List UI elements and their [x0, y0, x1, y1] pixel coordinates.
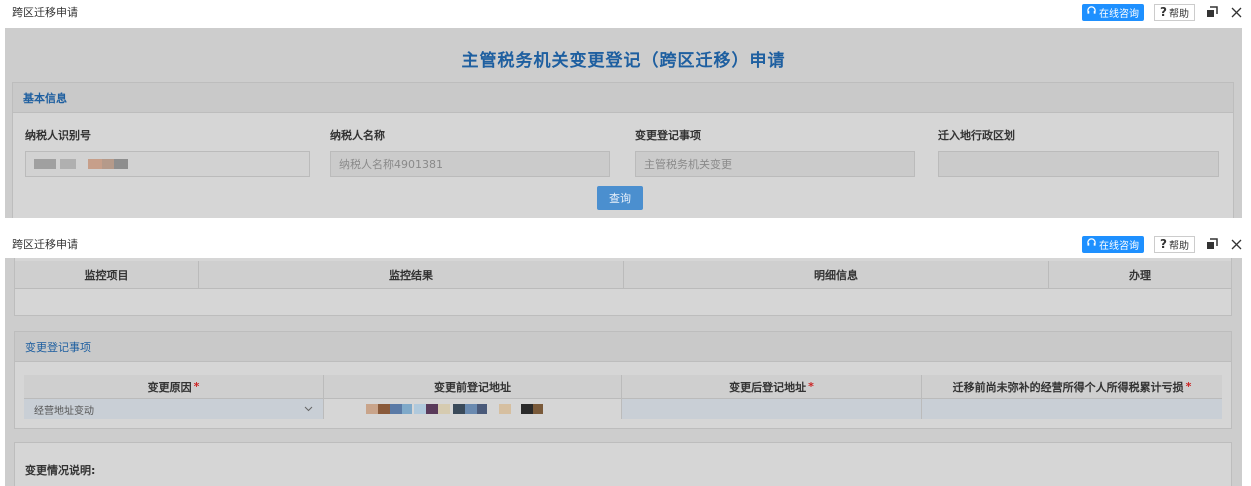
close-icon[interactable]	[1229, 5, 1243, 19]
bottom-panel: 监控项目 监控结果 明细信息 办理 变更登记事项 变更原因 * 变更前登记地址 变…	[5, 258, 1242, 486]
online-consult-button-2[interactable]: 在线咨询	[1082, 235, 1145, 253]
window-tools-2: 在线咨询 ? 帮助	[1082, 235, 1243, 253]
col-accumulated-loss: 迁移前尚未弥补的经营所得个人所得税累计亏损 *	[952, 380, 1192, 394]
col-monitor-item: 监控项目	[15, 261, 199, 288]
top-titlebar: 跨区迁移申请 在线咨询 ? 帮助	[0, 0, 1251, 24]
accumulated-loss-input[interactable]	[922, 399, 1222, 419]
page-title: 主管税务机关变更登记（跨区迁移）申请	[461, 51, 786, 71]
query-button[interactable]: 查询	[597, 186, 643, 210]
taxpayer-id-label: 纳税人识别号	[25, 129, 91, 142]
close-icon[interactable]	[1229, 237, 1243, 251]
change-desc-section: 变更情况说明:	[14, 442, 1232, 486]
help-button[interactable]: ? 帮助	[1154, 3, 1195, 21]
restore-window-icon[interactable]	[1205, 237, 1219, 251]
help-label-2: 帮助	[1169, 240, 1189, 252]
online-consult-label-2: 在线咨询	[1099, 240, 1140, 252]
online-consult-label: 在线咨询	[1099, 8, 1140, 20]
window-title-2: 跨区迁移申请	[12, 238, 78, 251]
chevron-down-icon	[304, 404, 313, 415]
col-detail-info: 明细信息	[624, 261, 1049, 288]
change-item-label: 变更登记事项	[635, 129, 701, 142]
change-desc-label: 变更情况说明:	[25, 464, 96, 477]
region-field[interactable]	[938, 151, 1219, 177]
taxpayer-id-field[interactable]	[25, 151, 310, 177]
taxpayer-name-label: 纳税人名称	[330, 129, 385, 142]
online-consult-button[interactable]: 在线咨询	[1082, 3, 1145, 21]
change-items-header: 变更登记事项	[15, 332, 1231, 362]
taxpayer-name-field[interactable]: 纳税人名称4901381	[330, 151, 610, 177]
headset-icon	[1087, 6, 1096, 18]
window-tools: 在线咨询 ? 帮助	[1082, 3, 1243, 21]
change-reason-value: 经营地址变动	[34, 405, 94, 417]
basic-info-header: 基本信息	[13, 83, 1233, 113]
region-label: 迁入地行政区划	[938, 129, 1015, 142]
col-old-address: 变更前登记地址	[324, 375, 622, 398]
help-label: 帮助	[1169, 8, 1189, 20]
new-address-input[interactable]	[622, 399, 922, 419]
question-icon: ?	[1160, 5, 1167, 19]
col-handle: 办理	[1129, 268, 1151, 282]
change-item-field[interactable]: 主管税务机关变更	[635, 151, 915, 177]
col-monitor-result: 监控结果	[199, 261, 624, 288]
change-reason-select[interactable]: 经营地址变动	[24, 399, 324, 419]
change-items-section: 变更登记事项 变更原因 * 变更前登记地址 变更后登记地址 * 迁移前尚未弥补的经营…	[14, 331, 1232, 429]
monitor-table-header: 监控项目 监控结果 明细信息 办理	[15, 261, 1231, 289]
headset-icon	[1087, 238, 1096, 250]
change-items-table-header: 变更原因 * 变更前登记地址 变更后登记地址 * 迁移前尚未弥补的经营所得个人所得税…	[24, 375, 1222, 399]
help-button-2[interactable]: ? 帮助	[1154, 235, 1195, 253]
restore-window-icon[interactable]	[1205, 5, 1219, 19]
window-title: 跨区迁移申请	[12, 6, 78, 19]
col-change-reason: 变更原因 *	[24, 375, 324, 398]
bottom-titlebar: 跨区迁移申请 在线咨询 ? 帮助	[0, 232, 1251, 256]
table-row: 经营地址变动	[24, 399, 1222, 419]
top-panel: 主管税务机关变更登记（跨区迁移）申请 基本信息 纳税人识别号 纳税人名称 纳税人…	[5, 28, 1242, 218]
monitor-table: 监控项目 监控结果 明细信息 办理	[14, 258, 1232, 316]
question-icon: ?	[1160, 237, 1167, 251]
col-new-address: 变更后登记地址 *	[622, 375, 922, 398]
old-address-cell	[324, 399, 622, 419]
